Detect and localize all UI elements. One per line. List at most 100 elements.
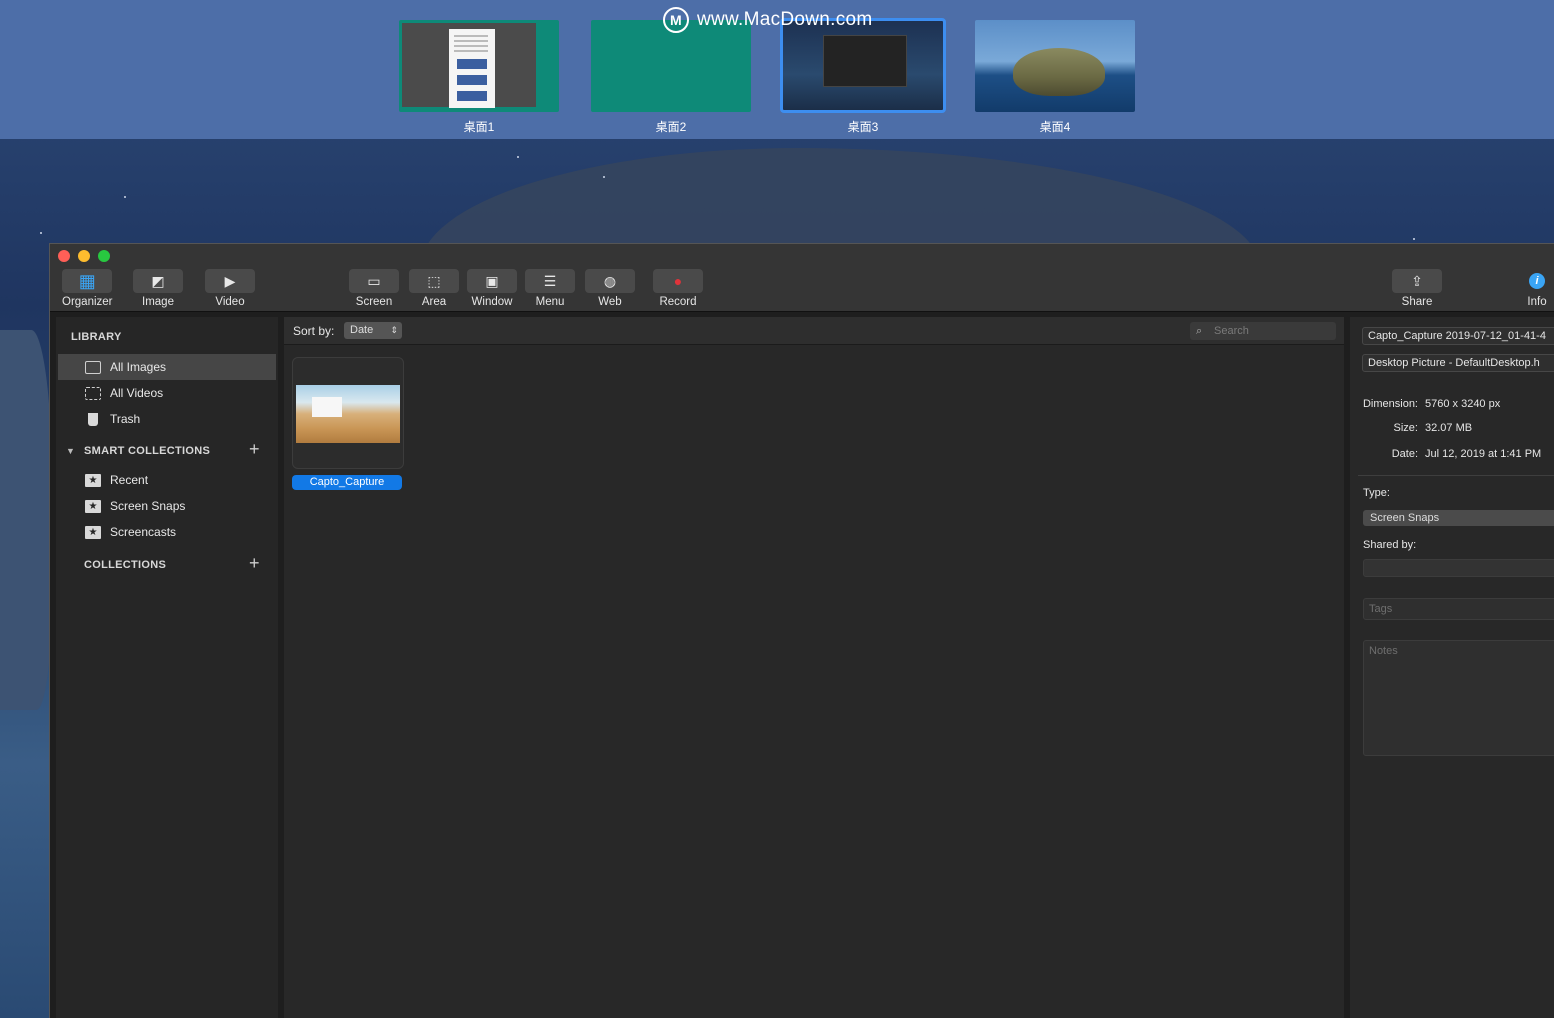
sort-select[interactable]: Date ⇕ — [344, 322, 402, 339]
browser-bar: Sort by: Date ⇕ ⌕ Search — [284, 317, 1344, 345]
desktop-label-1: 桌面1 — [463, 120, 495, 134]
organizer-label: Organizer — [62, 296, 113, 308]
desktop-label-2: 桌面2 — [655, 120, 687, 134]
smart-collections-heading: SMART COLLECTIONS — [84, 445, 211, 457]
image-browser: Sort by: Date ⇕ ⌕ Search Capto_Capture — [284, 317, 1344, 1018]
island-wallpaper-preview — [1013, 48, 1105, 96]
macdown-logo-icon: M — [663, 7, 689, 33]
search-input[interactable]: ⌕ Search — [1190, 322, 1336, 340]
date-label: Date: — [1391, 448, 1418, 460]
desktop-thumbnail-1[interactable] — [399, 20, 559, 112]
image-icon: ◩ — [133, 269, 183, 293]
sidebar-item-label: Trash — [110, 412, 141, 426]
zoom-button[interactable] — [98, 250, 110, 262]
dimension-value: 5760 x 3240 px — [1425, 398, 1501, 410]
notes-placeholder: Notes — [1369, 645, 1398, 657]
search-icon: ⌕ — [1196, 325, 1203, 337]
toolbar-menu-button[interactable]: ☰ Menu — [525, 269, 575, 308]
wallpaper-star — [517, 156, 519, 158]
toolbar-organizer-button[interactable]: ▦ Organizer — [62, 269, 113, 308]
tags-field[interactable]: Tags — [1363, 598, 1554, 620]
library-heading: LIBRARY — [71, 331, 122, 343]
image-thumbnail[interactable] — [292, 357, 404, 469]
wallpaper-star — [603, 176, 605, 178]
close-button[interactable] — [58, 250, 70, 262]
wallpaper-star — [1413, 238, 1415, 240]
add-smart-collection-button[interactable]: + — [249, 439, 260, 460]
sort-value: Date — [350, 324, 374, 336]
type-select[interactable]: Screen Snaps ⇕ — [1363, 510, 1554, 526]
toolbar-info-button[interactable]: i Info — [1512, 269, 1554, 308]
capto-window: ▦ Organizer ◩ Image ▶ Video ▭ Screen ⬚ A… — [49, 243, 1554, 1018]
window-label: Window — [471, 296, 513, 308]
web-capture-icon: ◍ — [585, 269, 635, 293]
watermark-text: www.MacDown.com — [697, 9, 873, 30]
sidebar-item-recent[interactable]: ★ Recent — [58, 467, 276, 493]
wallpaper-star — [40, 232, 42, 234]
sidebar-item-trash[interactable]: Trash — [58, 406, 276, 432]
mission-control-bar: 桌面1 桌面2 桌面3 桌面4 M www.MacDown.com — [0, 0, 1554, 139]
sidebar-item-screencasts[interactable]: ★ Screencasts — [58, 519, 276, 545]
record-label: Record — [659, 296, 697, 308]
type-label: Type: — [1363, 487, 1390, 499]
sidebar-item-screen-snaps[interactable]: ★ Screen Snaps — [58, 493, 276, 519]
info-panel: Capto_Capture 2019-07-12_01-41-4 Desktop… — [1350, 317, 1554, 1018]
document-preview — [449, 29, 495, 108]
chevron-updown-icon: ⇕ — [390, 325, 398, 335]
record-icon: ● — [653, 269, 703, 293]
disclosure-triangle-icon[interactable]: ▼ — [66, 446, 75, 456]
source-field[interactable]: Desktop Picture - DefaultDesktop.h — [1362, 354, 1554, 372]
sidebar-item-label: Screen Snaps — [110, 499, 186, 513]
screen-label: Screen — [355, 296, 393, 308]
window-capture-icon: ▣ — [467, 269, 517, 293]
area-label: Area — [421, 296, 447, 308]
window-overlay — [312, 397, 342, 417]
info-label: Info — [1527, 296, 1547, 308]
toolbar: ▦ Organizer ◩ Image ▶ Video ▭ Screen ⬚ A… — [50, 244, 1554, 312]
date-value: Jul 12, 2019 at 1:41 PM — [1425, 448, 1542, 460]
desktop-1-preview — [402, 23, 536, 108]
toolbar-image-button[interactable]: ◩ Image — [133, 269, 183, 308]
film-icon — [84, 385, 102, 401]
image-icon — [84, 359, 102, 375]
toolbar-web-button[interactable]: ◍ Web — [585, 269, 635, 308]
desert-image-preview — [296, 385, 400, 443]
add-collection-button[interactable]: + — [249, 553, 260, 574]
toolbar-share-button[interactable]: ⇪ Share — [1392, 269, 1442, 308]
size-value: 32.07 MB — [1425, 422, 1473, 434]
menu-label: Menu — [535, 296, 565, 308]
wallpaper-star — [124, 196, 126, 198]
shared-by-field[interactable] — [1363, 559, 1554, 577]
video-camera-icon: ▶ — [205, 269, 255, 293]
toolbar-record-button[interactable]: ● Record — [653, 269, 703, 308]
toolbar-area-button[interactable]: ⬚ Area — [409, 269, 459, 308]
sidebar-item-label: Screencasts — [110, 525, 177, 539]
toolbar-video-button[interactable]: ▶ Video — [205, 269, 255, 308]
image-label: Image — [142, 296, 174, 308]
desktop-thumbnail-4[interactable] — [975, 20, 1135, 112]
wallpaper-cliff — [0, 330, 52, 710]
type-value: Screen Snaps — [1370, 512, 1440, 524]
thumbnail-label[interactable]: Capto_Capture — [292, 475, 402, 490]
watermark: M www.MacDown.com — [663, 6, 873, 34]
minimize-button[interactable] — [78, 250, 90, 262]
search-placeholder: Search — [1214, 325, 1249, 337]
web-label: Web — [598, 296, 622, 308]
area-capture-icon: ⬚ — [409, 269, 459, 293]
tags-placeholder: Tags — [1369, 603, 1393, 615]
trash-icon — [84, 411, 102, 427]
notes-field[interactable]: Notes — [1363, 640, 1554, 756]
sidebar-item-label: Recent — [110, 473, 149, 487]
toolbar-screen-button[interactable]: ▭ Screen — [349, 269, 399, 308]
screen-capture-icon: ▭ — [349, 269, 399, 293]
toolbar-window-button[interactable]: ▣ Window — [467, 269, 517, 308]
sidebar-item-all-images[interactable]: All Images — [58, 354, 276, 380]
star-folder-icon: ★ — [84, 524, 102, 540]
menu-capture-icon: ☰ — [525, 269, 575, 293]
share-icon: ⇪ — [1392, 269, 1442, 293]
desktop-label-4: 桌面4 — [1039, 120, 1071, 134]
window-preview — [823, 35, 907, 87]
dimension-label: Dimension: — [1362, 398, 1418, 410]
sidebar-item-all-videos[interactable]: All Videos — [58, 380, 276, 406]
filename-field[interactable]: Capto_Capture 2019-07-12_01-41-4 — [1362, 327, 1554, 345]
